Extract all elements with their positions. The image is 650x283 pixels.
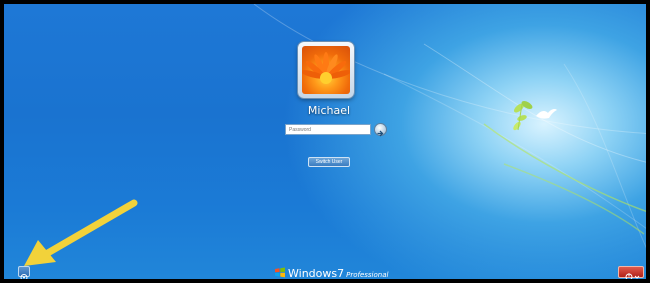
- brand-edition: Professional: [346, 271, 389, 279]
- windows-brand: Windows 7 Professional: [274, 266, 389, 280]
- shutdown-button[interactable]: [618, 266, 644, 279]
- yellow-arrow-icon: [24, 199, 138, 266]
- power-icon: [625, 273, 640, 279]
- brand-windows: Windows: [288, 267, 338, 280]
- login-screen: Michael Switch User Windows 7 Profession…: [0, 0, 650, 283]
- windows-flag-icon: [275, 267, 285, 278]
- brand-version: 7: [337, 267, 345, 280]
